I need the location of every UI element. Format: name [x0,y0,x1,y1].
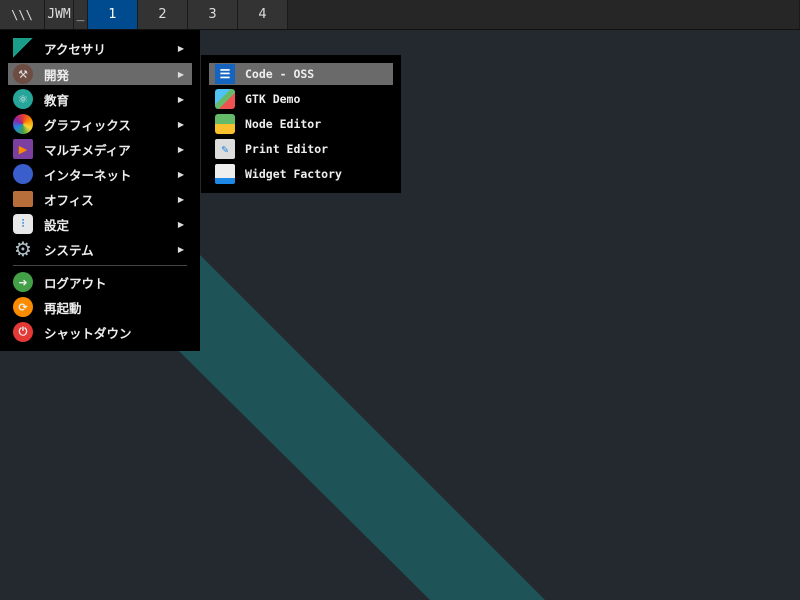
menu-item-development[interactable]: ⚒ 開発 ▶ [8,63,192,85]
taskbar-empty [288,0,800,29]
menu-item-shutdown[interactable]: ⏻ シャットダウン [8,321,192,343]
menu-item-restart[interactable]: ⟳ 再起動 [8,296,192,318]
desktop-4-button[interactable]: 4 [238,0,288,29]
development-submenu: ☰ Code - OSS GTK Demo Node Editor ✎ Print … [201,55,401,193]
restart-icon: ⟳ [13,297,33,317]
code-oss-icon: ☰ [215,64,235,84]
menu-item-office[interactable]: オフィス ▶ [8,188,192,210]
submenu-item-label: Print Editor [245,142,329,156]
arrow-right-icon: ▶ [177,144,184,154]
jwm-button[interactable]: JWM [45,0,74,29]
submenu-item-code-oss[interactable]: ☰ Code - OSS [209,63,393,85]
submenu-item-widget-factory[interactable]: Widget Factory [209,163,393,185]
menu-item-label: 再起動 [44,300,82,316]
gear-icon: ⚙ [14,237,32,261]
power-icon: ⏻ [13,322,33,342]
internet-icon [13,164,33,184]
menu-item-label: マルチメディア [44,142,131,158]
gtk-cube-icon [215,89,235,109]
menu-item-system[interactable]: ⚙ システム ▶ [8,237,192,261]
menu-item-multimedia[interactable]: ▶ マルチメディア ▶ [8,138,192,160]
arrow-right-icon: ▶ [177,194,184,204]
desktop-3-button[interactable]: 3 [188,0,238,29]
launcher-button[interactable]: \\\ [0,0,45,29]
arrow-right-icon: ▶ [177,69,184,79]
minimize-button[interactable]: _ [74,0,88,29]
graphics-icon [13,114,33,134]
menu-item-logout[interactable]: ➜ ログアウト [8,271,192,293]
submenu-item-gtk-demo[interactable]: GTK Demo [209,88,393,110]
menu-item-graphics[interactable]: グラフィックス ▶ [8,113,192,135]
submenu-item-print-editor[interactable]: ✎ Print Editor [209,138,393,160]
submenu-item-label: Node Editor [245,117,322,131]
taskbar: \\\ JWM _ 1 2 3 4 [0,0,800,30]
root-menu: アクセサリ ▶ ⚒ 開発 ▶ ⚛ 教育 ▶ グラフィックス ▶ ▶ マルチメディア ▶ インター… [0,30,200,351]
menu-separator [13,265,187,266]
menu-item-label: システム [44,242,94,258]
menu-item-label: アクセサリ [44,41,106,57]
menu-item-label: グラフィックス [44,117,131,133]
briefcase-icon [13,191,33,207]
menu-item-label: ログアウト [44,275,107,291]
menu-item-accessories[interactable]: アクセサリ ▶ [8,37,192,59]
desktop-1-button[interactable]: 1 [88,0,138,29]
accessories-icon [13,38,33,58]
logout-icon: ➜ [13,272,33,292]
menu-item-settings[interactable]: ⫶ 設定 ▶ [8,213,192,235]
settings-icon: ⫶ [13,214,33,234]
widget-factory-icon [215,164,235,184]
submenu-item-label: Widget Factory [245,167,342,181]
arrow-right-icon: ▶ [177,219,184,229]
menu-item-label: シャットダウン [44,325,132,341]
education-icon: ⚛ [13,89,33,109]
arrow-right-icon: ▶ [177,169,184,179]
menu-item-label: インターネット [44,167,132,183]
submenu-item-label: Code - OSS [245,67,315,81]
node-editor-icon [215,114,235,134]
menu-item-label: 開発 [44,67,70,83]
desktop-2-button[interactable]: 2 [138,0,188,29]
menu-item-label: 設定 [44,217,70,233]
menu-item-internet[interactable]: インターネット ▶ [8,163,192,185]
menu-item-label: オフィス [44,192,94,208]
arrow-right-icon: ▶ [177,43,184,53]
multimedia-icon: ▶ [13,139,33,159]
submenu-item-label: GTK Demo [245,92,301,106]
arrow-right-icon: ▶ [177,244,184,254]
arrow-right-icon: ▶ [177,119,184,129]
menu-item-label: 教育 [44,92,70,108]
menu-item-education[interactable]: ⚛ 教育 ▶ [8,88,192,110]
print-editor-icon: ✎ [215,139,235,159]
arrow-right-icon: ▶ [177,94,184,104]
hammer-icon: ⚒ [13,64,33,84]
submenu-item-node-editor[interactable]: Node Editor [209,113,393,135]
